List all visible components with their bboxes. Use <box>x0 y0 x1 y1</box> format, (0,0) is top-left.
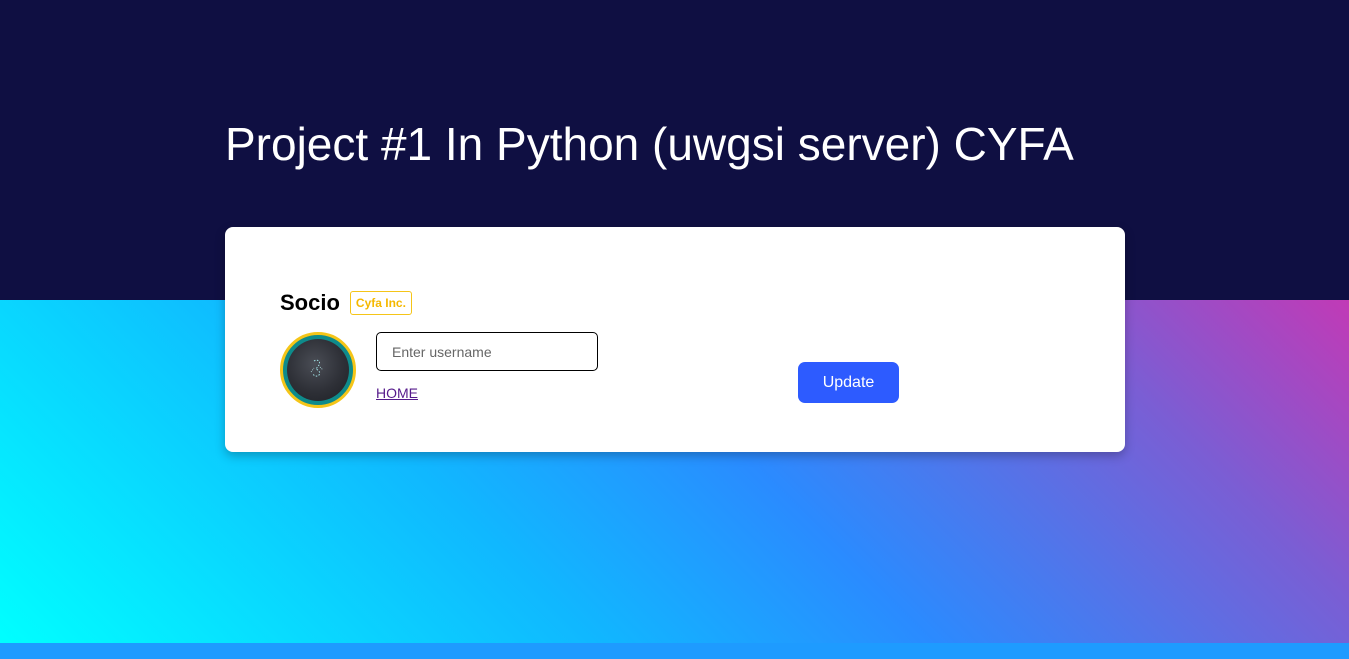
home-link[interactable]: HOME <box>376 385 418 401</box>
brand-name: Socio <box>280 290 340 315</box>
avatar[interactable] <box>280 332 356 408</box>
page-title: Project #1 In Python (uwgsi server) CYFA <box>225 118 1074 170</box>
username-input[interactable] <box>376 332 598 371</box>
avatar-image <box>287 339 349 401</box>
brand-row: Socio Cyfa Inc. <box>280 290 412 316</box>
update-button[interactable]: Update <box>798 362 899 403</box>
bottom-strip <box>0 643 1349 659</box>
page: Project #1 In Python (uwgsi server) CYFA… <box>0 0 1349 659</box>
brand-badge: Cyfa Inc. <box>349 291 412 315</box>
profile-card: Socio Cyfa Inc. HOME Update <box>225 227 1125 452</box>
avatar-glyph-icon <box>310 359 324 377</box>
